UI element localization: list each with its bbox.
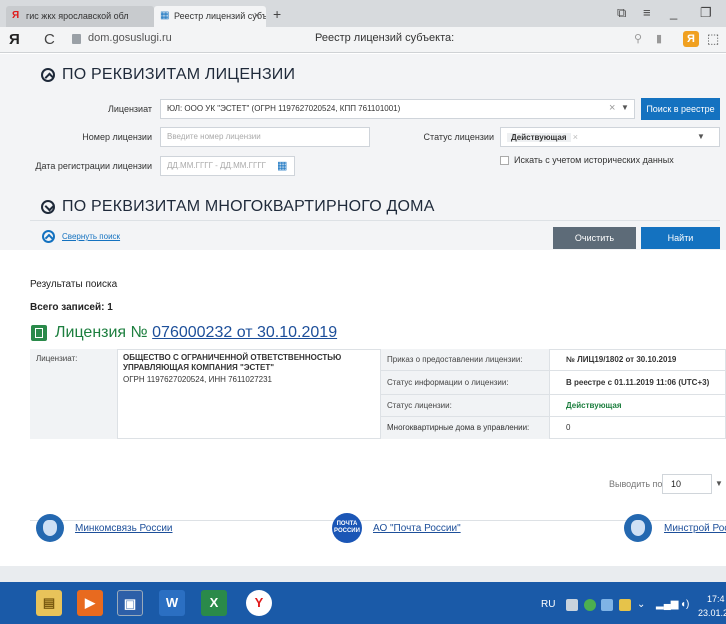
- license-number-link[interactable]: 076000232 от 30.10.2019: [152, 324, 337, 341]
- collapse-search-link[interactable]: Свернуть поиск: [62, 232, 120, 241]
- minimize-icon[interactable]: _: [670, 5, 677, 20]
- clear-button[interactable]: Очистить: [553, 227, 636, 249]
- managed-houses-count[interactable]: 0: [566, 423, 570, 433]
- license-number-input[interactable]: Введите номер лицензии: [160, 127, 370, 147]
- browser-tab-gis[interactable]: Я гис жкх ярославской обл: [6, 6, 154, 27]
- tray-folder-icon[interactable]: [619, 599, 631, 611]
- restore-icon[interactable]: ❐: [700, 5, 712, 21]
- tray-app-icon[interactable]: [566, 599, 578, 611]
- info-status-label: Статус информации о лицензии:: [387, 378, 509, 387]
- license-title: Лицензия № 076000232 от 30.10.2019: [55, 324, 337, 342]
- page-size-select[interactable]: 10: [662, 474, 712, 494]
- results-heading: Результаты поиска: [30, 279, 118, 290]
- calendar-icon[interactable]: ▦: [277, 159, 287, 172]
- license-number-label: Номер лицензии: [82, 132, 152, 142]
- licensee-cell-label: Лицензиат:: [36, 354, 78, 363]
- license-status-select[interactable]: Действующая ×: [500, 127, 720, 147]
- expand-chevron-icon[interactable]: [41, 200, 55, 214]
- org-name: ОБЩЕСТВО С ОГРАНИЧЕННОЙ ОТВЕТСТВЕННОСТЬЮ…: [123, 353, 342, 372]
- yandex-browser-icon[interactable]: Y: [246, 590, 272, 616]
- license-prefix: Лицензия №: [55, 324, 148, 341]
- collapse-search-icon[interactable]: [42, 230, 55, 243]
- yandex-tab-icon: Я: [12, 10, 20, 21]
- page-title: Реестр лицензий субъекта:: [315, 32, 455, 44]
- media-player-icon[interactable]: ▶: [77, 590, 103, 616]
- row-divider: [380, 394, 726, 395]
- status-chip: Действующая: [507, 133, 571, 142]
- find-button[interactable]: Найти: [641, 227, 720, 249]
- license-section-title: ПО РЕКВИЗИТАМ ЛИЦЕНЗИИ: [62, 66, 296, 83]
- yandex-extension-icon[interactable]: Я: [683, 31, 699, 47]
- org-details: ОГРН 1197627020524, ИНН 7611027231: [123, 375, 273, 384]
- chevron-down-icon[interactable]: ▼: [697, 132, 705, 141]
- expand-tray-icon[interactable]: ⌄: [637, 599, 645, 610]
- scrollbar-strip: [0, 566, 726, 582]
- house-section-title: ПО РЕКВИЗИТАМ МНОГОКВАРТИРНОГО ДОМА: [62, 198, 435, 215]
- mincomsvyaz-link[interactable]: Минкомсвязь России: [75, 523, 173, 534]
- minstroy-emblem-icon: [624, 514, 652, 542]
- pochta-logo-icon: ПОЧТА РОССИИ: [332, 513, 362, 543]
- volume-icon[interactable]: ◖): [680, 599, 689, 610]
- url-domain[interactable]: dom.gosuslugi.ru: [88, 32, 172, 44]
- history-checkbox[interactable]: [500, 156, 509, 165]
- clear-field-icon[interactable]: ×: [609, 102, 615, 114]
- close-tab-icon[interactable]: ×: [254, 6, 260, 27]
- mincomsvyaz-emblem-icon: [36, 514, 64, 542]
- licensee-value: ЮЛ: ООО УК "ЭСТЕТ" (ОГРН 1197627020524, …: [167, 104, 401, 113]
- excel-icon[interactable]: X: [201, 590, 227, 616]
- minstroy-link[interactable]: Минстрой Росси: [664, 523, 726, 534]
- licensee-field[interactable]: ЮЛ: ООО УК "ЭСТЕТ" (ОГРН 1197627020524, …: [160, 99, 635, 119]
- explorer-icon[interactable]: ▤: [36, 590, 62, 616]
- tab-label: Реестр лицензий субъе: [174, 11, 266, 21]
- row-divider: [380, 416, 726, 417]
- page-size-value: 10: [671, 479, 682, 489]
- network-tray-icon[interactable]: [601, 599, 613, 611]
- remove-chip-icon[interactable]: ×: [573, 132, 578, 142]
- license-doc-icon: [31, 325, 47, 341]
- licensee-label: Лицензиат: [107, 104, 152, 114]
- page-size-label: Выводить по: [609, 479, 663, 489]
- managed-houses-link[interactable]: Многоквартирные дома в управлении:: [387, 423, 529, 433]
- clock-date[interactable]: 23.01.2: [698, 608, 726, 618]
- chevron-down-icon[interactable]: ▼: [621, 103, 629, 112]
- yandex-logo[interactable]: Я: [9, 31, 20, 48]
- pochta-link[interactable]: АО "Почта России": [373, 523, 461, 534]
- windows-taskbar: [0, 582, 726, 624]
- bookmark-icon[interactable]: ▮: [656, 32, 662, 45]
- license-status-cell-value: Действующая: [566, 401, 622, 410]
- downloads-icon[interactable]: ⬚: [707, 31, 719, 47]
- tabs-panel-icon[interactable]: ⧉: [617, 5, 626, 21]
- footer-divider: [30, 520, 726, 521]
- lock-icon: [72, 34, 81, 44]
- license-status-cell-label: Статус лицензии:: [387, 401, 452, 410]
- menu-icon[interactable]: ≡: [643, 5, 651, 20]
- order-label: Приказ о предоставлении лицензии:: [387, 355, 523, 364]
- total-records: Всего записей: 1: [30, 302, 113, 313]
- registration-date-label: Дата регистрации лицензии: [35, 161, 152, 171]
- row-divider: [380, 370, 726, 371]
- registry-search-button[interactable]: Поиск в реестре: [641, 98, 720, 120]
- divider: [30, 220, 720, 221]
- registration-date-input[interactable]: ДД.ММ.ГГГГ - ДД.ММ.ГГГГ: [160, 156, 295, 176]
- browser-tab-registry[interactable]: ▦ Реестр лицензий субъе ×: [154, 6, 266, 27]
- collapse-chevron-icon[interactable]: [41, 68, 55, 82]
- location-icon[interactable]: ⚲: [634, 32, 642, 45]
- page-tab-icon: ▦: [160, 10, 170, 21]
- new-tab-button[interactable]: +: [273, 6, 281, 22]
- antivirus-icon[interactable]: [584, 599, 596, 611]
- word-icon[interactable]: W: [159, 590, 185, 616]
- save-disk-icon[interactable]: ▣: [117, 590, 143, 616]
- language-indicator[interactable]: RU: [541, 599, 555, 610]
- clock-time[interactable]: 17:4: [707, 594, 725, 604]
- tab-label: гис жкх ярославской обл: [26, 11, 129, 21]
- order-value: № ЛИЦ19/1802 от 30.10.2019: [566, 355, 677, 364]
- info-status-value: В реестре с 01.11.2019 11:06 (UTC+3): [566, 378, 710, 387]
- chevron-down-icon[interactable]: ▼: [715, 479, 723, 488]
- reload-icon[interactable]: C: [44, 31, 55, 48]
- signal-icon[interactable]: ▂▄▆: [656, 599, 678, 610]
- license-status-label: Статус лицензии: [423, 132, 494, 142]
- history-checkbox-label: Искать с учетом исторических данных: [514, 155, 674, 165]
